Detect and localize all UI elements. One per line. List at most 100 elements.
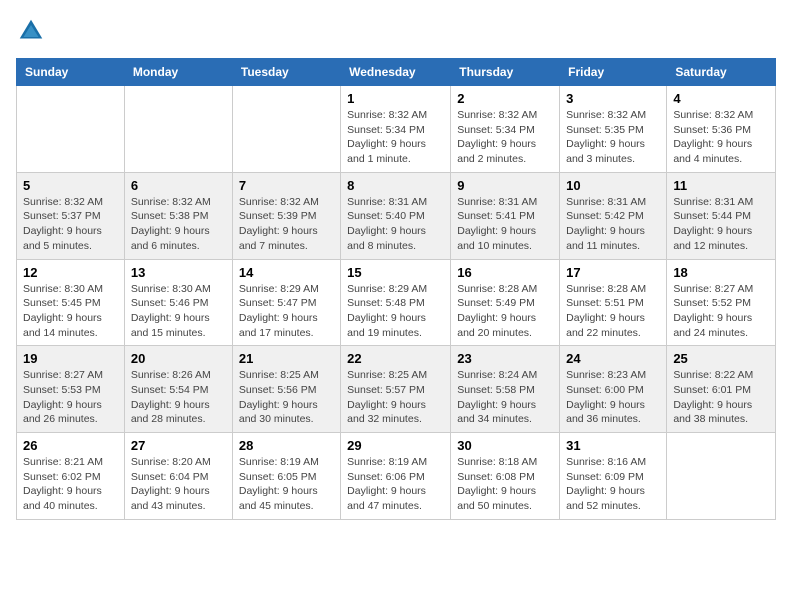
- calendar-cell: 26 Sunrise: 8:21 AM Sunset: 6:02 PM Dayli…: [17, 433, 125, 520]
- day-number: 25: [673, 351, 769, 366]
- calendar-cell: 24 Sunrise: 8:23 AM Sunset: 6:00 PM Dayli…: [560, 346, 667, 433]
- calendar-cell: 9 Sunrise: 8:31 AM Sunset: 5:41 PM Daylig…: [451, 172, 560, 259]
- day-number: 14: [239, 265, 334, 280]
- calendar-cell: [124, 86, 232, 173]
- day-number: 12: [23, 265, 118, 280]
- day-number: 30: [457, 438, 553, 453]
- day-info: Sunrise: 8:29 AM Sunset: 5:47 PM Dayligh…: [239, 282, 334, 341]
- calendar-cell: 20 Sunrise: 8:26 AM Sunset: 5:54 PM Dayli…: [124, 346, 232, 433]
- day-info: Sunrise: 8:23 AM Sunset: 6:00 PM Dayligh…: [566, 368, 660, 427]
- calendar-cell: 14 Sunrise: 8:29 AM Sunset: 5:47 PM Dayli…: [232, 259, 340, 346]
- day-info: Sunrise: 8:19 AM Sunset: 6:05 PM Dayligh…: [239, 455, 334, 514]
- day-number: 27: [131, 438, 226, 453]
- day-number: 24: [566, 351, 660, 366]
- day-info: Sunrise: 8:20 AM Sunset: 6:04 PM Dayligh…: [131, 455, 226, 514]
- day-number: 11: [673, 178, 769, 193]
- day-number: 21: [239, 351, 334, 366]
- day-number: 7: [239, 178, 334, 193]
- calendar-cell: 29 Sunrise: 8:19 AM Sunset: 6:06 PM Dayli…: [341, 433, 451, 520]
- day-number: 23: [457, 351, 553, 366]
- calendar-cell: 25 Sunrise: 8:22 AM Sunset: 6:01 PM Dayli…: [667, 346, 776, 433]
- day-number: 22: [347, 351, 444, 366]
- day-number: 31: [566, 438, 660, 453]
- page-header: [16, 16, 776, 46]
- day-number: 18: [673, 265, 769, 280]
- day-info: Sunrise: 8:21 AM Sunset: 6:02 PM Dayligh…: [23, 455, 118, 514]
- calendar-cell: 22 Sunrise: 8:25 AM Sunset: 5:57 PM Dayli…: [341, 346, 451, 433]
- day-number: 15: [347, 265, 444, 280]
- day-info: Sunrise: 8:29 AM Sunset: 5:48 PM Dayligh…: [347, 282, 444, 341]
- day-info: Sunrise: 8:26 AM Sunset: 5:54 PM Dayligh…: [131, 368, 226, 427]
- day-info: Sunrise: 8:28 AM Sunset: 5:51 PM Dayligh…: [566, 282, 660, 341]
- calendar-cell: 5 Sunrise: 8:32 AM Sunset: 5:37 PM Daylig…: [17, 172, 125, 259]
- day-number: 2: [457, 91, 553, 106]
- calendar-cell: 12 Sunrise: 8:30 AM Sunset: 5:45 PM Dayli…: [17, 259, 125, 346]
- calendar-cell: 2 Sunrise: 8:32 AM Sunset: 5:34 PM Daylig…: [451, 86, 560, 173]
- calendar-cell: 19 Sunrise: 8:27 AM Sunset: 5:53 PM Dayli…: [17, 346, 125, 433]
- weekday-header: Friday: [560, 59, 667, 86]
- day-info: Sunrise: 8:16 AM Sunset: 6:09 PM Dayligh…: [566, 455, 660, 514]
- calendar-cell: 30 Sunrise: 8:18 AM Sunset: 6:08 PM Dayli…: [451, 433, 560, 520]
- calendar-cell: [232, 86, 340, 173]
- logo: [16, 16, 50, 46]
- day-info: Sunrise: 8:32 AM Sunset: 5:39 PM Dayligh…: [239, 195, 334, 254]
- calendar-cell: 13Sunrise: 8:30 AM Sunset: 5:46 PM Dayli…: [124, 259, 232, 346]
- day-info: Sunrise: 8:18 AM Sunset: 6:08 PM Dayligh…: [457, 455, 553, 514]
- day-info: Sunrise: 8:27 AM Sunset: 5:52 PM Dayligh…: [673, 282, 769, 341]
- weekday-header: Monday: [124, 59, 232, 86]
- weekday-header: Thursday: [451, 59, 560, 86]
- calendar-cell: 16 Sunrise: 8:28 AM Sunset: 5:49 PM Dayli…: [451, 259, 560, 346]
- calendar-cell: 8 Sunrise: 8:31 AM Sunset: 5:40 PM Daylig…: [341, 172, 451, 259]
- day-info: Sunrise: 8:24 AM Sunset: 5:58 PM Dayligh…: [457, 368, 553, 427]
- day-number: 28: [239, 438, 334, 453]
- day-info: Sunrise: 8:25 AM Sunset: 5:57 PM Dayligh…: [347, 368, 444, 427]
- day-info: Sunrise: 8:19 AM Sunset: 6:06 PM Dayligh…: [347, 455, 444, 514]
- calendar-cell: 21 Sunrise: 8:25 AM Sunset: 5:56 PM Dayli…: [232, 346, 340, 433]
- day-number: 6: [131, 178, 226, 193]
- calendar-cell: 4 Sunrise: 8:32 AM Sunset: 5:36 PM Daylig…: [667, 86, 776, 173]
- logo-icon: [16, 16, 46, 46]
- day-info: Sunrise: 8:32 AM Sunset: 5:34 PM Dayligh…: [457, 108, 553, 167]
- weekday-header: Wednesday: [341, 59, 451, 86]
- day-info: Sunrise: 8:32 AM Sunset: 5:34 PM Dayligh…: [347, 108, 444, 167]
- calendar-cell: 15 Sunrise: 8:29 AM Sunset: 5:48 PM Dayli…: [341, 259, 451, 346]
- day-number: 3: [566, 91, 660, 106]
- day-number: 26: [23, 438, 118, 453]
- calendar-cell: 10Sunrise: 8:31 AM Sunset: 5:42 PM Dayli…: [560, 172, 667, 259]
- calendar-cell: 31 Sunrise: 8:16 AM Sunset: 6:09 PM Dayli…: [560, 433, 667, 520]
- day-number: 19: [23, 351, 118, 366]
- weekday-header: Saturday: [667, 59, 776, 86]
- day-number: 5: [23, 178, 118, 193]
- day-info: Sunrise: 8:25 AM Sunset: 5:56 PM Dayligh…: [239, 368, 334, 427]
- calendar-cell: 28 Sunrise: 8:19 AM Sunset: 6:05 PM Dayli…: [232, 433, 340, 520]
- day-info: Sunrise: 8:32 AM Sunset: 5:36 PM Dayligh…: [673, 108, 769, 167]
- calendar-cell: 17 Sunrise: 8:28 AM Sunset: 5:51 PM Dayli…: [560, 259, 667, 346]
- calendar-cell: 18 Sunrise: 8:27 AM Sunset: 5:52 PM Dayli…: [667, 259, 776, 346]
- day-number: 17: [566, 265, 660, 280]
- day-info: Sunrise: 8:32 AM Sunset: 5:37 PM Dayligh…: [23, 195, 118, 254]
- day-number: 29: [347, 438, 444, 453]
- day-number: 16: [457, 265, 553, 280]
- day-number: 8: [347, 178, 444, 193]
- day-info: Sunrise: 8:30 AM Sunset: 5:45 PM Dayligh…: [23, 282, 118, 341]
- calendar-cell: [17, 86, 125, 173]
- day-info: Sunrise: 8:28 AM Sunset: 5:49 PM Dayligh…: [457, 282, 553, 341]
- day-number: 20: [131, 351, 226, 366]
- day-info: Sunrise: 8:32 AM Sunset: 5:35 PM Dayligh…: [566, 108, 660, 167]
- day-number: 4: [673, 91, 769, 106]
- day-info: Sunrise: 8:27 AM Sunset: 5:53 PM Dayligh…: [23, 368, 118, 427]
- day-number: 9: [457, 178, 553, 193]
- calendar-cell: [667, 433, 776, 520]
- day-info: Sunrise: 8:31 AM Sunset: 5:41 PM Dayligh…: [457, 195, 553, 254]
- weekday-header: Sunday: [17, 59, 125, 86]
- calendar-cell: 1Sunrise: 8:32 AM Sunset: 5:34 PM Daylig…: [341, 86, 451, 173]
- calendar-cell: 11Sunrise: 8:31 AM Sunset: 5:44 PM Dayli…: [667, 172, 776, 259]
- day-info: Sunrise: 8:31 AM Sunset: 5:42 PM Dayligh…: [566, 195, 660, 254]
- calendar-cell: 23 Sunrise: 8:24 AM Sunset: 5:58 PM Dayli…: [451, 346, 560, 433]
- day-info: Sunrise: 8:22 AM Sunset: 6:01 PM Dayligh…: [673, 368, 769, 427]
- weekday-header: Tuesday: [232, 59, 340, 86]
- calendar: SundayMondayTuesdayWednesdayThursdayFrid…: [16, 58, 776, 520]
- day-info: Sunrise: 8:31 AM Sunset: 5:40 PM Dayligh…: [347, 195, 444, 254]
- calendar-cell: 7 Sunrise: 8:32 AM Sunset: 5:39 PM Daylig…: [232, 172, 340, 259]
- day-number: 13: [131, 265, 226, 280]
